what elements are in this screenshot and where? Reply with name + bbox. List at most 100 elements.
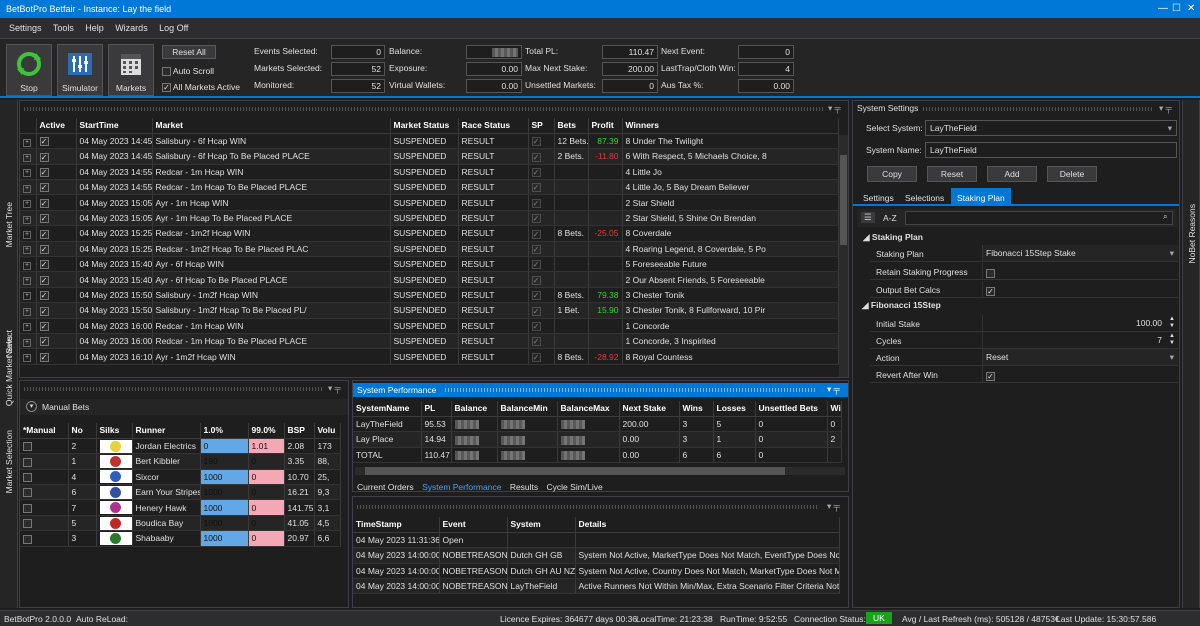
table-row[interactable]: + ✓ 04 May 2023 16:00 Redcar - 1m Hcap WIN S… — [20, 318, 839, 334]
lay-price[interactable]: 1.01 — [248, 438, 285, 455]
col-active[interactable]: Active — [36, 118, 77, 134]
sp-checkbox[interactable]: ✓ — [531, 229, 541, 239]
col-systemname[interactable]: SystemName — [353, 401, 422, 417]
back-price[interactable]: 1000 — [200, 484, 249, 501]
market-name[interactable]: Redcar - 1m2f Hcap WIN — [152, 225, 391, 242]
market-name[interactable]: Ayr - 6f Hcap To Be Placed PLACE — [152, 271, 391, 288]
maximize-button[interactable]: ☐ — [1172, 3, 1181, 14]
sp-checkbox[interactable]: ✓ — [531, 306, 541, 316]
runner-row[interactable]: 7 Henery Hawk 1000 0 141.75 3,1 — [20, 499, 341, 516]
menu-tools[interactable]: Tools — [53, 23, 74, 33]
col-balance[interactable]: Balance — [451, 401, 498, 417]
col-bsp[interactable]: BSP — [284, 423, 315, 439]
lay-price[interactable]: 0 — [248, 469, 285, 486]
tab-market-tree[interactable]: Market Tree — [4, 202, 14, 247]
market-name[interactable]: Salisbury - 1m2f Hcap To Be Placed PL/ — [152, 302, 391, 319]
col-starttime[interactable]: StartTime — [76, 118, 153, 134]
expand-icon[interactable]: + — [23, 215, 31, 224]
expand-icon[interactable]: + — [23, 153, 31, 162]
col-balancemin[interactable]: BalanceMin — [497, 401, 558, 417]
table-row[interactable]: + ✓ 04 May 2023 14:45 Salisbury - 6f Hcap W… — [20, 133, 839, 150]
pin-icon[interactable]: ▾ ╤ — [827, 501, 840, 512]
active-checkbox[interactable]: ✓ — [39, 321, 49, 331]
market-name[interactable]: Ayr - 1m2f Hcap WIN — [152, 348, 391, 365]
expand-icon[interactable]: + — [23, 354, 31, 363]
col-pl[interactable]: PL — [421, 401, 452, 417]
active-checkbox[interactable]: ✓ — [39, 352, 49, 362]
active-checkbox[interactable]: ✓ — [39, 275, 49, 285]
expand-icon[interactable]: + — [23, 200, 31, 209]
active-checkbox[interactable]: ✓ — [39, 167, 49, 177]
delete-button[interactable]: Delete — [1047, 166, 1097, 182]
market-name[interactable]: Ayr - 1m Hcap WIN — [152, 194, 391, 211]
sp-checkbox[interactable]: ✓ — [531, 352, 541, 362]
col-profit[interactable]: Profit — [588, 118, 623, 134]
cycles-input[interactable]: 7 ▲ ▼ — [982, 332, 1178, 348]
tab-cycle-sim-live[interactable]: Cycle Sim/Live — [547, 482, 603, 492]
tab-nobet-reasons[interactable]: NoBet Reasons — [1187, 204, 1197, 264]
runner-row[interactable]: 4 Sixcor 1000 0 10.70 25, — [20, 469, 341, 486]
performance-scroll-thumb[interactable] — [365, 467, 785, 475]
manual-checkbox[interactable] — [23, 442, 32, 452]
runner-row[interactable]: 6 Earn Your Stripes 1000 0 16.21 9,3 — [20, 484, 341, 501]
lay-price[interactable]: 0 — [248, 484, 285, 501]
performance-hscrollbar[interactable] — [355, 467, 845, 475]
expand-icon[interactable]: + — [23, 292, 31, 301]
pin-icon[interactable]: ▾ ╤ — [828, 103, 841, 114]
sp-checkbox[interactable]: ✓ — [531, 167, 541, 177]
market-name[interactable]: Salisbury - 6f Hcap To Be Placed PLACE — [152, 148, 391, 165]
col-silks[interactable]: Silks — [96, 423, 133, 439]
col-back[interactable]: 1.0% — [200, 423, 249, 439]
col-wi[interactable]: Wi — [827, 401, 842, 417]
market-name[interactable]: Ayr - 6f Hcap WIN — [152, 256, 391, 273]
col-market[interactable]: Market — [152, 118, 391, 134]
menu-help[interactable]: Help — [85, 23, 104, 33]
tab-current-orders[interactable]: Current Orders — [357, 482, 414, 492]
col-unsettled-bets[interactable]: Unsettled Bets — [755, 401, 828, 417]
col-balancemax[interactable]: BalanceMax — [557, 401, 620, 417]
log-row[interactable]: 04 May 2023 11:31:36 Open — [353, 532, 840, 549]
market-name[interactable]: Redcar - 1m Hcap To Be Placed PLACE — [152, 179, 391, 196]
table-row[interactable]: + ✓ 04 May 2023 15:25 Redcar - 1m2f Hcap WI… — [20, 225, 839, 242]
tab-system-performance[interactable]: System Performance — [422, 482, 501, 492]
markets-scroll-thumb[interactable] — [840, 155, 847, 245]
active-checkbox[interactable]: ✓ — [39, 229, 49, 239]
manual-checkbox[interactable] — [23, 519, 32, 529]
col-winners[interactable]: Winners — [622, 118, 839, 134]
performance-row[interactable]: Lay Place 14.94 0.00 3 1 0 2 — [353, 431, 842, 448]
spinner-icon[interactable]: ▲ ▼ — [1169, 333, 1175, 347]
sp-checkbox[interactable]: ✓ — [531, 260, 541, 270]
lay-price[interactable]: 0 — [248, 515, 285, 532]
markets-scrollbar[interactable] — [839, 135, 848, 377]
table-row[interactable]: + ✓ 04 May 2023 15:25 Redcar - 1m2f Hcap To… — [20, 241, 839, 258]
table-row[interactable]: + ✓ 04 May 2023 15:50 Salisbury - 1m2f Hcap… — [20, 287, 839, 304]
all-markets-active-checkbox[interactable]: ✓ — [162, 83, 171, 93]
simulator-button[interactable]: Simulator — [57, 44, 103, 96]
active-checkbox[interactable]: ✓ — [39, 244, 49, 254]
back-price[interactable]: 1000 — [200, 530, 249, 547]
log-row[interactable]: 04 May 2023 14:00:00 NOBETREASONS Dutch GH… — [353, 563, 840, 580]
col-no[interactable]: No — [68, 423, 97, 439]
sp-checkbox[interactable]: ✓ — [531, 321, 541, 331]
pin-icon[interactable]: ▾ ╤ — [328, 383, 341, 394]
expand-icon[interactable]: + — [23, 184, 31, 193]
sp-checkbox[interactable]: ✓ — [531, 137, 541, 147]
tab-results[interactable]: Results — [510, 482, 538, 492]
table-row[interactable]: + ✓ 04 May 2023 15:05 Ayr - 1m Hcap WIN SUSP… — [20, 194, 839, 211]
lay-price[interactable]: 0 — [248, 453, 285, 470]
search-icon[interactable]: ⌕ — [1163, 211, 1168, 222]
manual-checkbox[interactable] — [23, 534, 32, 544]
reset-button[interactable]: Reset — [927, 166, 977, 182]
col-details[interactable]: Details — [575, 517, 840, 533]
group-fibonacci[interactable]: ◢ Fibonacci 15Step — [862, 300, 941, 311]
table-row[interactable]: + ✓ 04 May 2023 15:05 Ayr - 1m Hcap To Be P… — [20, 210, 839, 227]
table-row[interactable]: + ✓ 04 May 2023 15:50 Salisbury - 1m2f Hcap… — [20, 302, 839, 319]
sp-checkbox[interactable]: ✓ — [531, 275, 541, 285]
expand-icon[interactable]: + — [23, 323, 31, 332]
active-checkbox[interactable]: ✓ — [39, 306, 49, 316]
market-name[interactable]: Redcar - 1m Hcap To Be Placed PLACE — [152, 333, 391, 350]
table-row[interactable]: + ✓ 04 May 2023 15:40 Ayr - 6f Hcap WIN SUSP… — [20, 256, 839, 273]
sort-az-button[interactable]: A-Z — [883, 213, 897, 223]
tab-staking-plan[interactable]: Staking Plan — [951, 188, 1011, 206]
table-row[interactable]: + ✓ 04 May 2023 14:55 Redcar - 1m Hcap To B… — [20, 179, 839, 196]
